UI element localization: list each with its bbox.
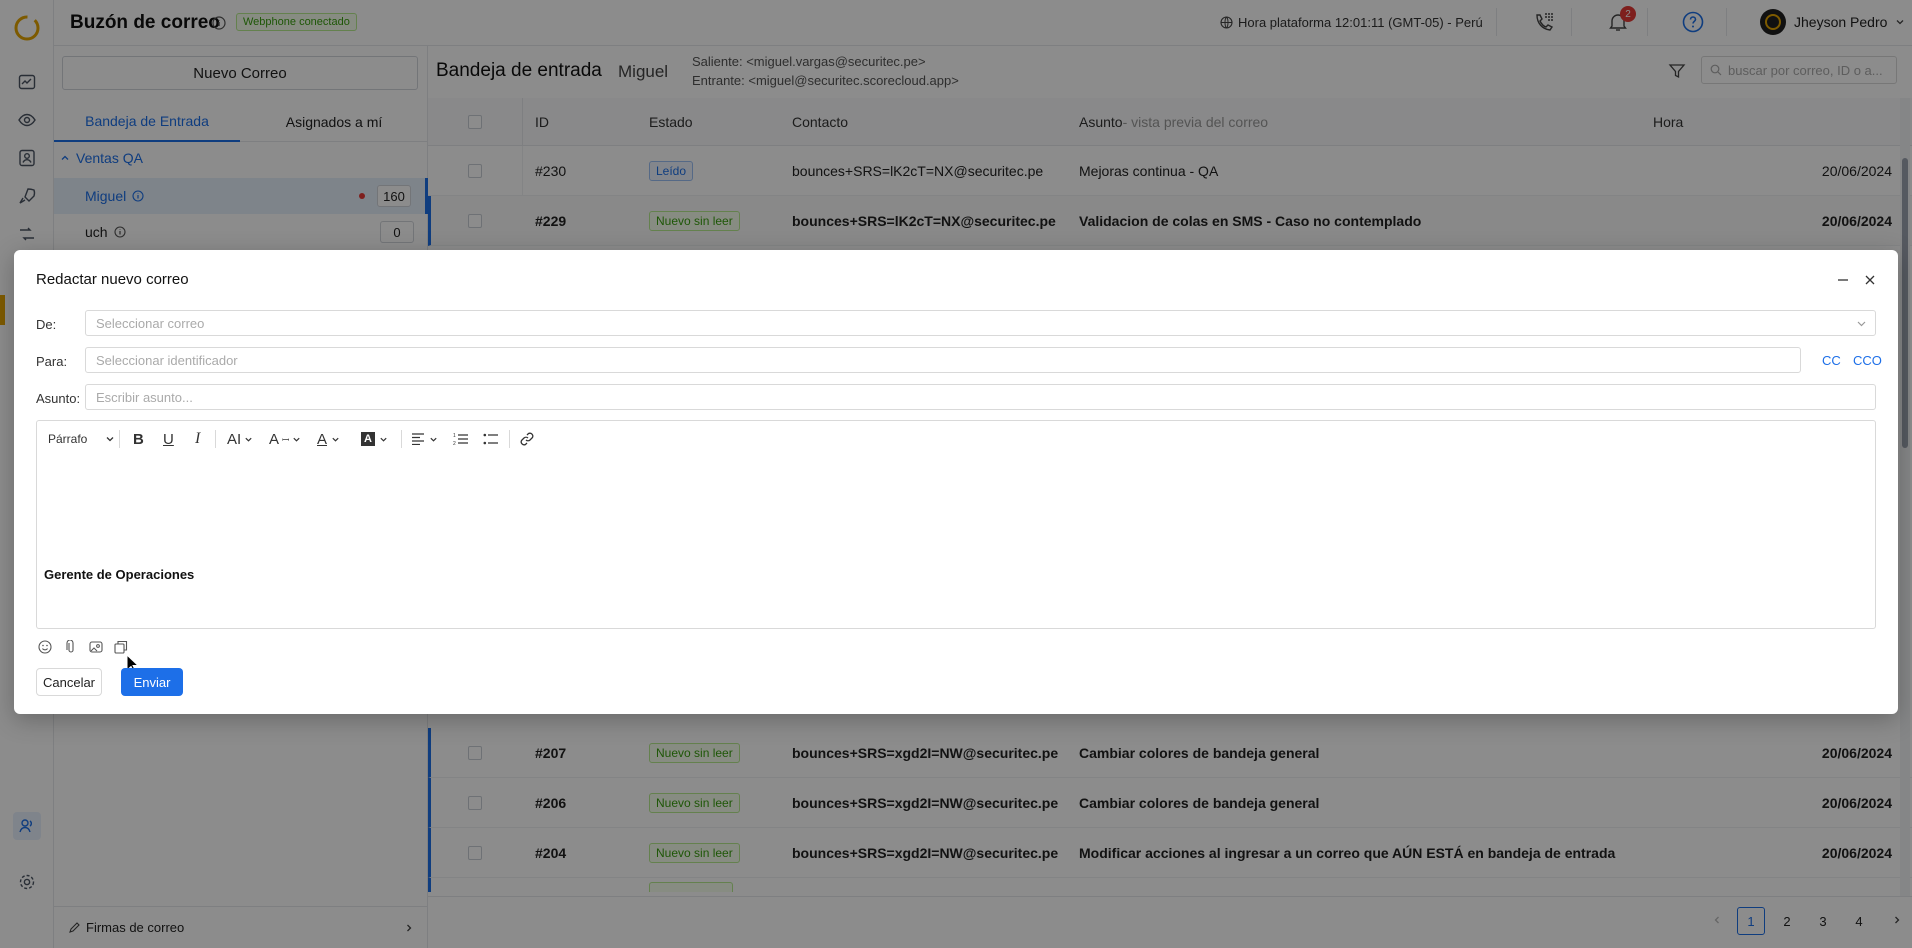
templates-icon[interactable] [114,640,128,654]
svg-text:2: 2 [453,441,456,446]
italic-icon[interactable]: I [195,421,200,457]
svg-text:1: 1 [453,433,456,439]
subject-input[interactable]: Escribir asunto... [85,384,1876,410]
bullet-list-icon[interactable] [483,421,499,457]
bold-icon[interactable]: B [133,421,144,457]
chevron-down-icon [1856,318,1867,329]
from-select[interactable]: Seleccionar correo [85,310,1876,336]
from-placeholder: Seleccionar correo [96,315,205,331]
toolbar-divider [119,430,120,448]
paragraph-style-select[interactable]: Párrafo [48,421,115,457]
font-size-icon[interactable]: AI [227,421,253,457]
editor-toolbar: Párrafo B U I AI Aꟷ A A 12 [36,420,1876,456]
minimize-icon[interactable] [1836,272,1850,286]
font-color-icon[interactable]: A [317,421,340,457]
toolbar-divider [401,430,402,448]
font-family-icon[interactable]: Aꟷ [269,421,301,457]
link-icon[interactable] [519,421,535,457]
paragraph-style-label: Párrafo [48,432,88,446]
toolbar-divider [215,430,216,448]
subject-placeholder: Escribir asunto... [96,389,193,405]
signature-text: Gerente de Operaciones [44,567,195,582]
toolbar-divider [509,430,510,448]
numbered-list-icon[interactable]: 12 [453,421,469,457]
bcc-link[interactable]: CCO [1853,353,1882,368]
from-label: De: [36,317,57,332]
cc-link[interactable]: CC [1822,353,1841,368]
cancel-button[interactable]: Cancelar [36,668,102,696]
compose-title: Redactar nuevo correo [36,271,189,288]
message-editor[interactable]: Gerente de Operaciones [36,455,1876,629]
align-icon[interactable] [411,421,438,457]
underline-icon[interactable]: U [163,421,174,457]
compose-modal: Redactar nuevo correo De: Seleccionar co… [14,250,1898,714]
to-select[interactable]: Seleccionar identificador [85,347,1801,373]
to-placeholder: Seleccionar identificador [96,352,238,368]
highlight-color-icon[interactable]: A [361,421,388,457]
attachment-icon[interactable] [64,640,78,654]
to-label: Para: [36,354,68,369]
send-button[interactable]: Enviar [121,668,183,696]
chevron-down-icon [105,434,115,444]
subject-label: Asunto: [36,391,81,406]
close-icon[interactable] [1864,274,1876,286]
emoji-icon[interactable] [38,640,52,654]
image-icon[interactable] [89,640,103,654]
